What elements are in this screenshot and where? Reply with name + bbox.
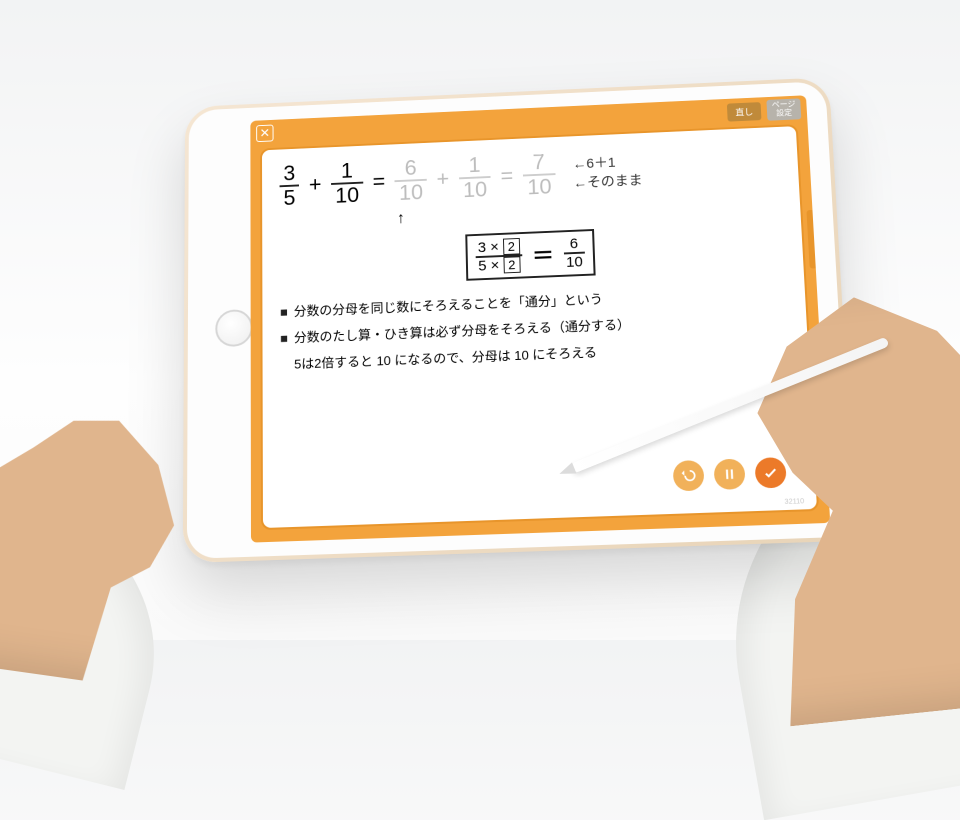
confirm-button[interactable] bbox=[754, 457, 786, 489]
fraction-2: 1 10 bbox=[331, 159, 363, 208]
page-id: 32110 bbox=[784, 498, 804, 506]
undo-chip[interactable]: 直し bbox=[727, 102, 762, 122]
plus-2: + bbox=[436, 167, 449, 192]
close-button[interactable]: ✕ bbox=[256, 125, 273, 143]
box-multiplier-bottom: 2 bbox=[503, 256, 521, 273]
action-buttons bbox=[673, 457, 787, 491]
note-2: ←そのまま bbox=[573, 170, 643, 192]
check-icon bbox=[762, 464, 779, 481]
fraction-4: 1 10 bbox=[458, 153, 491, 202]
fraction-3: 6 10 bbox=[395, 156, 428, 205]
app-screen: ✕ 直し ページ 設定 3 5 + 1 10 bbox=[250, 95, 830, 542]
undo-icon bbox=[680, 467, 697, 484]
box-multiplier-top: 2 bbox=[503, 238, 521, 255]
plus-1: + bbox=[309, 172, 322, 197]
fraction-1: 3 5 bbox=[279, 162, 299, 211]
up-arrow: ↑ bbox=[389, 210, 413, 228]
equals-1: = bbox=[372, 169, 385, 194]
side-tab[interactable] bbox=[806, 210, 817, 269]
box-left-fraction: 3 ×2 5 ×2 bbox=[476, 238, 523, 274]
tablet-device: ✕ 直し ページ 設定 3 5 + 1 10 bbox=[183, 77, 856, 563]
box-equals: ＝ bbox=[532, 239, 555, 271]
side-notes: ←6＋1 ←そのまま bbox=[572, 151, 643, 192]
equals-2: = bbox=[500, 164, 513, 189]
lesson-card: 3 5 + 1 10 = 6 10 bbox=[260, 124, 819, 530]
page-settings-chip[interactable]: ページ 設定 bbox=[767, 99, 802, 121]
expansion-box: 3 ×2 5 ×2 ＝ 6 10 bbox=[466, 229, 596, 280]
box-right-fraction: 6 10 bbox=[563, 236, 585, 271]
home-button[interactable] bbox=[215, 309, 252, 347]
pause-button[interactable] bbox=[713, 458, 745, 490]
square-marker-icon: ■ bbox=[280, 304, 288, 319]
pause-icon bbox=[721, 466, 738, 483]
square-marker-icon: ■ bbox=[280, 331, 288, 346]
undo-button[interactable] bbox=[673, 460, 705, 491]
tablet-bezel: ✕ 直し ページ 設定 3 5 + 1 10 bbox=[187, 81, 852, 559]
explanation-bullets: ■ 分数の分母を同じ数にそろえることを「通分」という ■ 分数のたし算・ひき算は… bbox=[280, 281, 790, 373]
main-equation: 3 5 + 1 10 = 6 10 bbox=[279, 140, 781, 210]
fraction-5: 7 10 bbox=[522, 150, 555, 199]
